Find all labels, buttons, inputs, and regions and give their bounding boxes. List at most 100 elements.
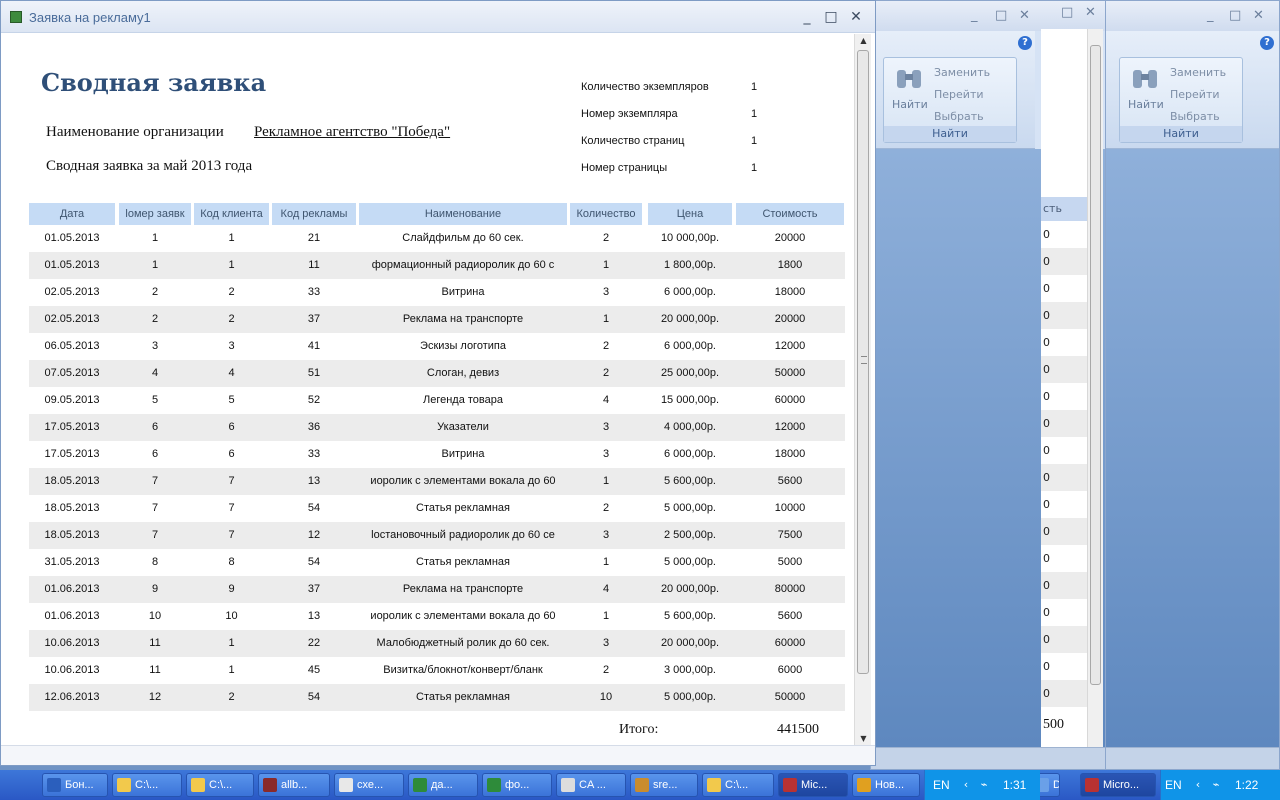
taskbar-button[interactable]: Micro... (1080, 773, 1156, 797)
taskbar-button[interactable]: C:\... (702, 773, 774, 797)
table-cell: 3 (151, 340, 159, 352)
bg1-maximize-button[interactable]: □ (995, 8, 1007, 23)
table-cell: 3 (602, 529, 610, 541)
bg1-scroll-thumb[interactable] (1090, 45, 1101, 685)
table-cell: 37 (307, 313, 321, 325)
table-cell: 12.06.2013 (44, 691, 100, 703)
bg2-maximize-button[interactable]: □ (1229, 8, 1241, 23)
table-cell: lостановочный радиоролик до 60 се (371, 529, 555, 541)
bg2-replace-button[interactable]: Заменить (1170, 66, 1226, 79)
taskbar-button[interactable]: Нов... (852, 773, 920, 797)
table-cell: 8 (151, 556, 159, 568)
table-cell: 52 (307, 394, 321, 406)
bg1-find-group: Найти Заменить Перейти Выбрать Найти (883, 57, 1017, 143)
table-cell: 33 (307, 286, 321, 298)
table-cell: 5000 (777, 556, 803, 568)
help-icon[interactable]: ? (1260, 36, 1274, 50)
bg1-cell-fragment: 0 (1041, 248, 1087, 275)
taskbar-button[interactable]: sre... (630, 773, 698, 797)
report-period: Сводная заявка за май 2013 года (46, 158, 253, 174)
table-cell: 10000 (774, 502, 806, 514)
table-cell: 7500 (777, 529, 803, 541)
taskbar-button[interactable]: allb... (258, 773, 330, 797)
table-row: 10.06.2013 11 1 45 Визитка/блокнот/конверт/б… (29, 657, 845, 684)
network-icon (561, 778, 575, 792)
minimize-button[interactable]: _ (797, 7, 817, 27)
meta-copy-number-value: 1 (751, 108, 758, 120)
table-row: 01.05.2013 1 1 21 Слайдфильм до 60 сек. 2 10 0… (29, 225, 845, 252)
table-cell: 01.05.2013 (44, 259, 100, 271)
taskbar-button[interactable]: схе... (334, 773, 404, 797)
taskbar-button[interactable]: CA ... (556, 773, 626, 797)
background-window-1[interactable]: _ □ ✕ □ ✕ ? Найти Заменить Перейти Выбра… (870, 0, 1106, 770)
table-cell: 7 (228, 529, 235, 541)
bg2-close-button[interactable]: ✕ (1253, 8, 1264, 23)
bg2-select-button[interactable]: Выбрать (1170, 110, 1220, 123)
column-header-4: Наименование (359, 203, 567, 225)
bg1-scrollbar[interactable] (1087, 29, 1103, 755)
bg1-cell-fragment: 0 (1041, 464, 1087, 491)
table-cell: 1 (602, 610, 610, 622)
scroll-thumb[interactable] (857, 50, 869, 674)
bg2-minimize-button[interactable]: _ (1207, 8, 1214, 23)
network-icon[interactable]: ⌁ (1209, 778, 1223, 792)
taskbar-button[interactable]: Mic... (778, 773, 848, 797)
table-row: 02.05.2013 2 2 37 Реклама на транспорте 1 20 0… (29, 306, 845, 333)
main-window[interactable]: Заявка на рекламу1 _ □ ✕ Сводная заявка … (0, 0, 876, 766)
scroll-up-arrow-icon[interactable]: ▲ (855, 34, 872, 48)
system-tray-1: EN ‹ ⌁ 1:31 (924, 770, 1040, 800)
table-cell: 20000 (774, 232, 806, 244)
tray-expand-icon[interactable]: ‹ (1191, 778, 1205, 792)
folder-icon (117, 778, 131, 792)
scroll-down-arrow-icon[interactable]: ▼ (855, 732, 872, 746)
taskbar-button[interactable]: C:\... (112, 773, 182, 797)
table-cell: 10.06.2013 (44, 664, 100, 676)
doc-icon (339, 778, 353, 792)
table-cell: Реклама на транспорте (402, 583, 524, 595)
clock[interactable]: 1:31 (1003, 778, 1026, 792)
table-row: 06.05.2013 3 3 41 Эскизы логотипа 2 6 000,00р.… (29, 333, 845, 360)
bg1-inner-close-button[interactable]: ✕ (1085, 5, 1096, 20)
close-button[interactable]: ✕ (846, 7, 866, 27)
bg1-select-button[interactable]: Выбрать (934, 110, 984, 123)
bg2-status-bar (1101, 747, 1279, 769)
bg2-find-button[interactable]: Найти (1128, 98, 1164, 111)
table-cell: 2 (602, 664, 610, 676)
taskbar-button[interactable]: Бон... (42, 773, 108, 797)
table-cell: 54 (307, 691, 321, 703)
vertical-scrollbar[interactable]: ▲ ▼ (854, 34, 871, 746)
table-cell: 1 (602, 556, 610, 568)
taskbar-button[interactable]: да... (408, 773, 478, 797)
meta-pages-value: 1 (751, 135, 758, 147)
bg1-close-button[interactable]: ✕ (1019, 8, 1030, 23)
clock[interactable]: 1:22 (1235, 778, 1258, 792)
maximize-button[interactable]: □ (821, 7, 841, 27)
background-window-2[interactable]: _ □ ✕ ? Найти Заменить Перейти Выбрать Н… (1100, 0, 1280, 770)
bg1-goto-button[interactable]: Перейти (934, 88, 984, 101)
taskbar: Бон... C:\... C:\... allb... схе... да... фо..… (0, 770, 1280, 800)
excel-icon (487, 778, 501, 792)
column-header-1: lомер заявк (119, 203, 191, 225)
table-cell: 1 (228, 232, 235, 244)
help-icon[interactable]: ? (1018, 36, 1032, 50)
bg1-table-header-fragment: сть (1041, 197, 1087, 221)
network-icon[interactable]: ⌁ (977, 778, 991, 792)
bg1-find-button[interactable]: Найти (892, 98, 928, 111)
language-indicator[interactable]: EN (1165, 778, 1182, 792)
table-cell: 1 (602, 259, 610, 271)
table-cell: Витрина (441, 448, 485, 460)
main-titlebar[interactable]: Заявка на рекламу1 _ □ ✕ (1, 1, 875, 33)
bg2-goto-button[interactable]: Перейти (1170, 88, 1220, 101)
bg1-replace-button[interactable]: Заменить (934, 66, 990, 79)
bg1-inner-maximize-button[interactable]: □ (1061, 5, 1073, 20)
table-cell: 01.06.2013 (44, 583, 100, 595)
column-header-5: Количество (570, 203, 642, 225)
tray-expand-icon[interactable]: ‹ (959, 778, 973, 792)
table-row: 01.06.2013 10 10 13 иоролик с элементами вок… (29, 603, 845, 630)
taskbar-button[interactable]: фо... (482, 773, 552, 797)
language-indicator[interactable]: EN (933, 778, 950, 792)
taskbar-button[interactable]: C:\... (186, 773, 254, 797)
table-cell: 01.05.2013 (44, 232, 100, 244)
bg1-minimize-button[interactable]: _ (971, 8, 978, 23)
bg1-cell-fragment: 0 (1041, 626, 1087, 653)
